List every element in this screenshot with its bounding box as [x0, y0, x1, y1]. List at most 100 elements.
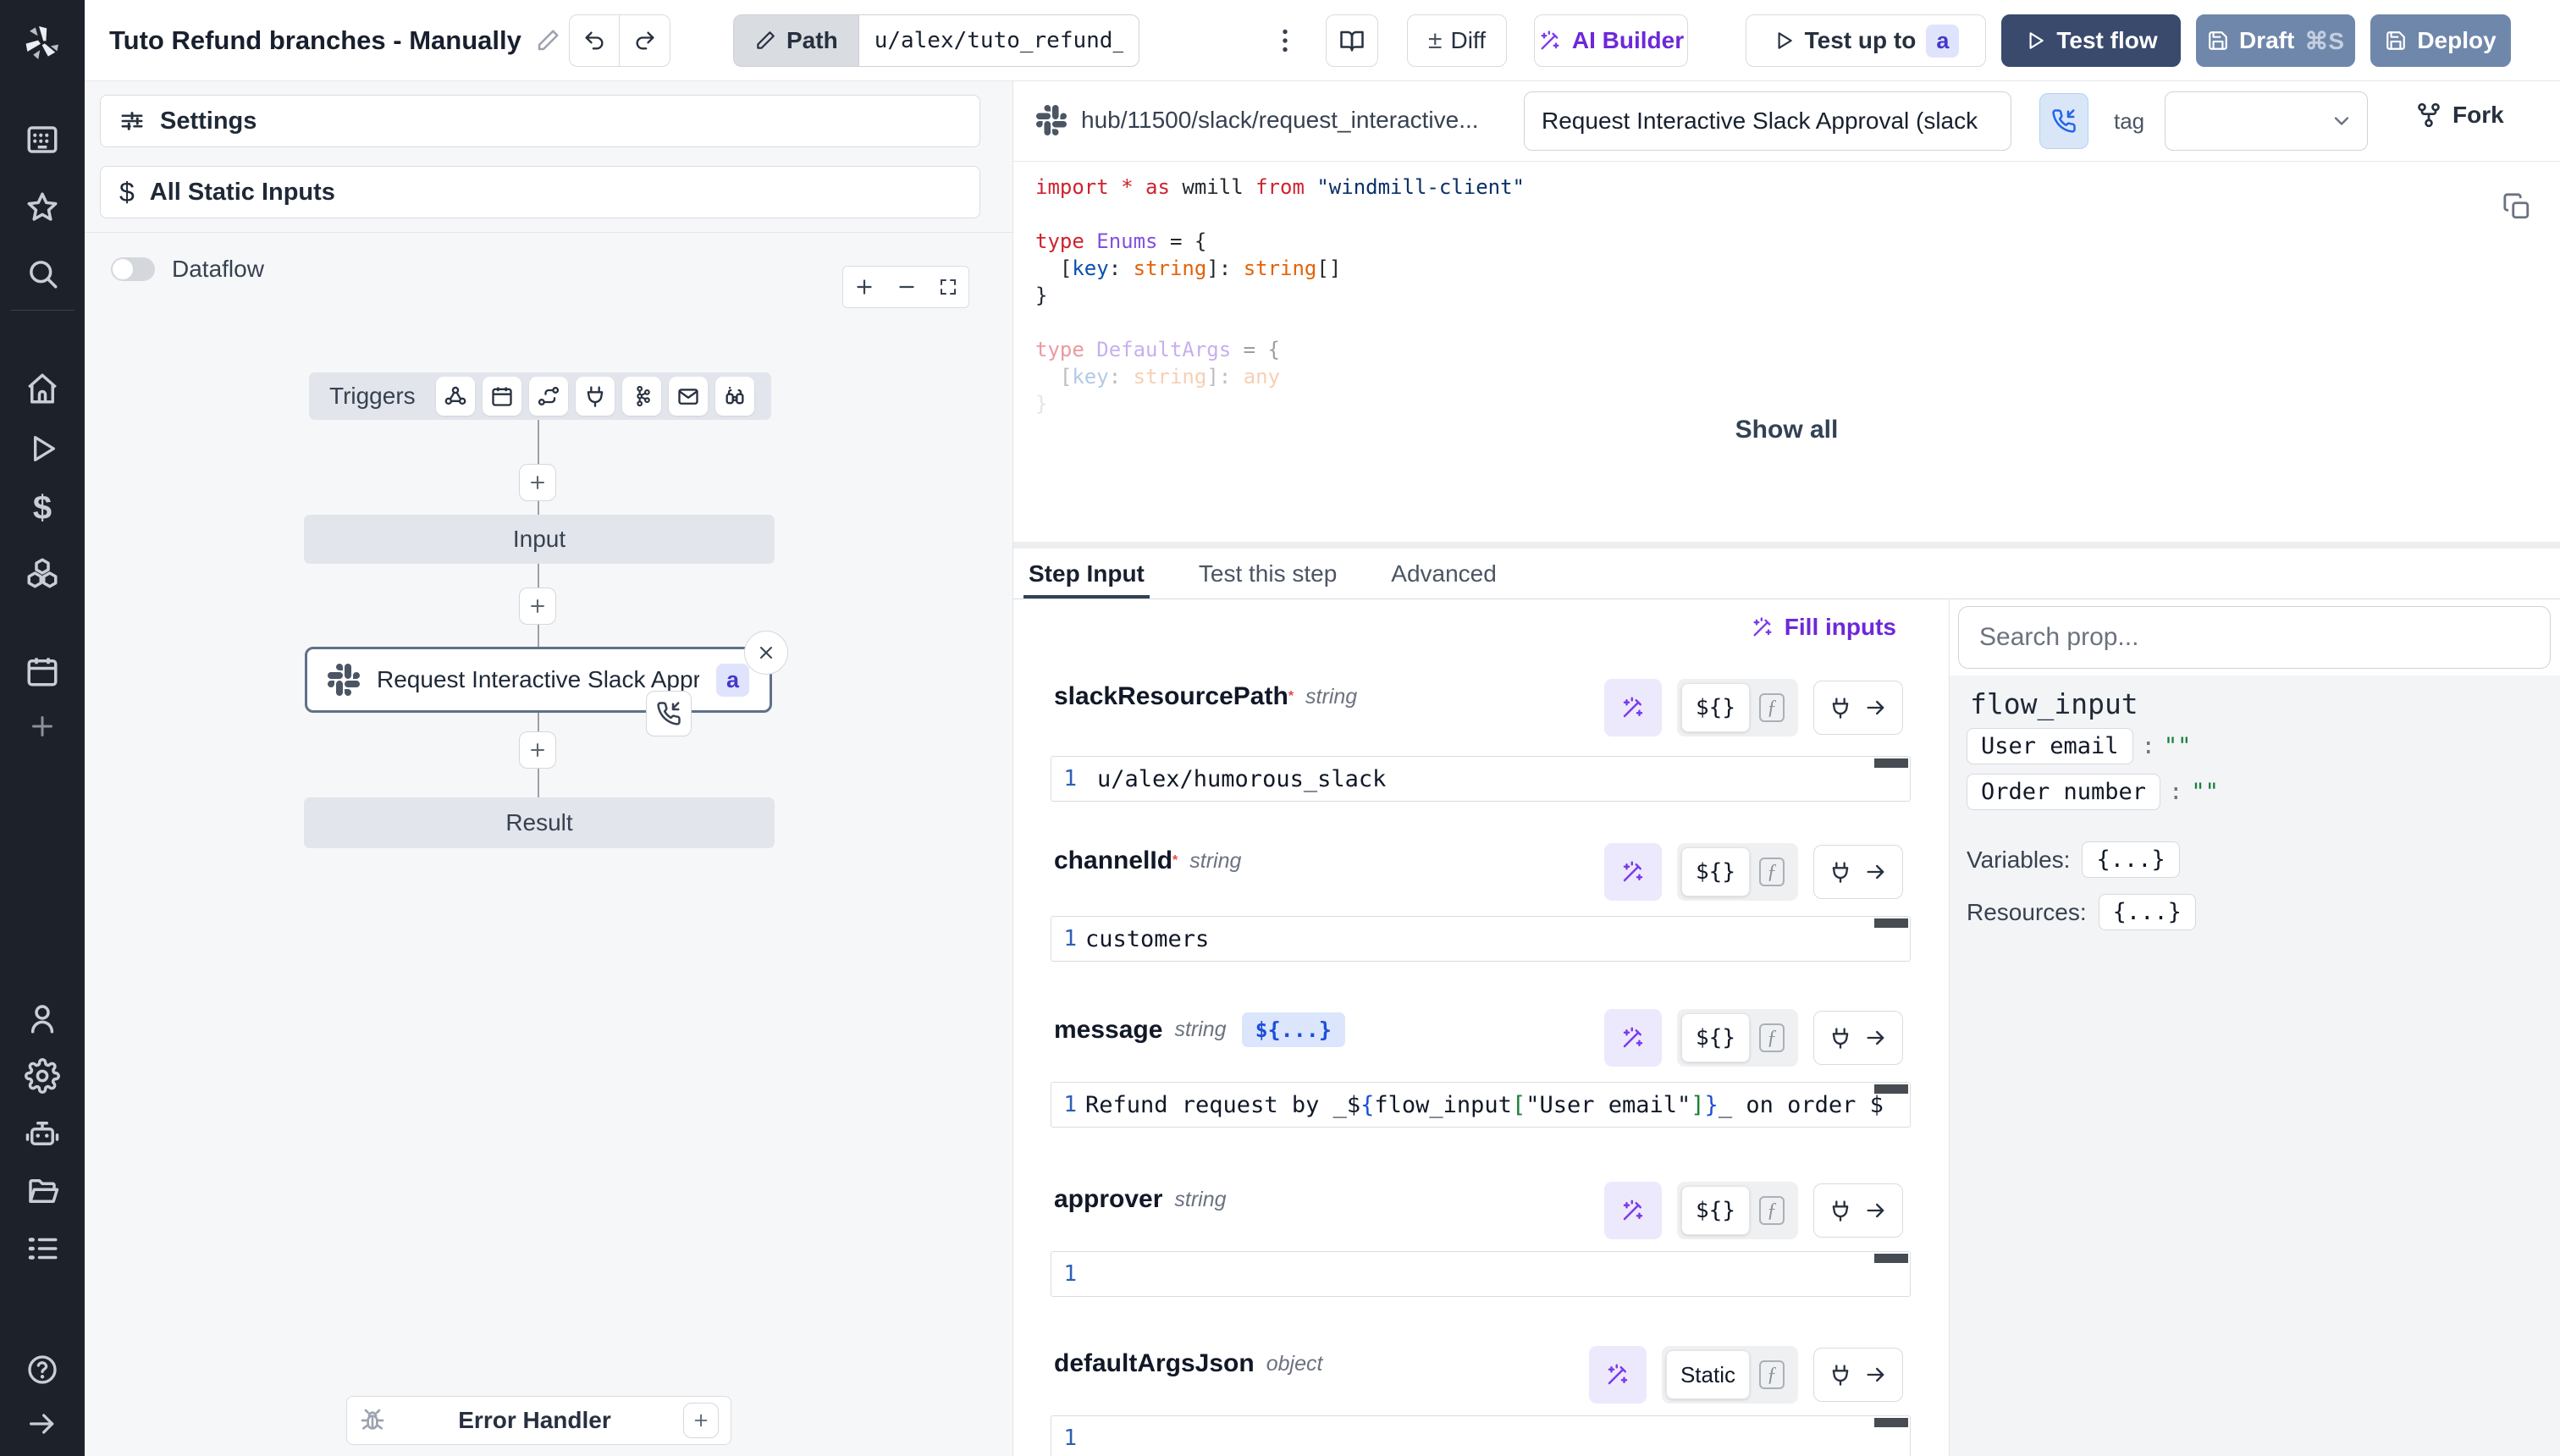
- copy-code-icon[interactable]: [2502, 192, 2531, 221]
- poll-icon[interactable]: [715, 377, 754, 416]
- template-mode-button[interactable]: ${}: [1681, 847, 1750, 896]
- apps-icon[interactable]: [25, 122, 60, 157]
- path-button[interactable]: Path: [733, 14, 858, 67]
- test-flow-button[interactable]: Test flow: [2001, 14, 2181, 67]
- search-icon[interactable]: [25, 256, 60, 291]
- star-icon[interactable]: [25, 190, 60, 225]
- windmill-logo-icon[interactable]: [22, 22, 63, 63]
- connect-input-button[interactable]: [1813, 845, 1903, 899]
- workers-robot-icon[interactable]: [25, 1116, 60, 1151]
- slack-approval-step-node[interactable]: Request Interactive Slack Approval (... …: [305, 647, 772, 713]
- tab-test-this-step[interactable]: Test this step: [1194, 549, 1342, 598]
- runs-play-icon[interactable]: [25, 432, 59, 466]
- error-handler-node[interactable]: Error Handler: [346, 1396, 731, 1445]
- template-badge: ${...}: [1242, 1012, 1345, 1047]
- ai-fill-wand-button[interactable]: [1604, 1009, 1662, 1067]
- result-node[interactable]: Result: [304, 797, 775, 848]
- docs-book-button[interactable]: [1326, 14, 1378, 67]
- template-mode-button[interactable]: ${}: [1681, 683, 1750, 732]
- function-mode-button[interactable]: ƒ: [1750, 1360, 1794, 1389]
- tag-select[interactable]: [2165, 91, 2368, 151]
- email-icon[interactable]: [669, 377, 708, 416]
- show-all-button[interactable]: Show all: [1013, 416, 2560, 444]
- add-plus-icon[interactable]: [27, 711, 58, 742]
- fork-button[interactable]: Fork: [2415, 102, 2504, 129]
- remove-step-button[interactable]: [744, 631, 788, 675]
- zoom-out-icon[interactable]: [896, 276, 918, 298]
- add-step-button[interactable]: [519, 731, 556, 769]
- connect-input-button[interactable]: [1813, 1011, 1903, 1065]
- suspend-phone-badge[interactable]: [646, 691, 692, 736]
- schedules-calendar-icon[interactable]: [25, 654, 60, 689]
- ai-fill-wand-button[interactable]: [1604, 679, 1662, 736]
- variables-dollar-icon[interactable]: $: [33, 489, 52, 527]
- prop-row[interactable]: User email : "": [1967, 728, 2191, 764]
- prop-row[interactable]: Order number : "": [1967, 774, 2219, 810]
- tab-advanced[interactable]: Advanced: [1386, 549, 1502, 598]
- websocket-plug-icon[interactable]: [576, 377, 615, 416]
- connect-input-button[interactable]: [1813, 1348, 1903, 1402]
- template-mode-button[interactable]: ${}: [1681, 1013, 1750, 1062]
- step-name-input[interactable]: [1524, 91, 2011, 151]
- defaultArgsJson-editor[interactable]: 1: [1051, 1415, 1911, 1456]
- search-prop-input[interactable]: [1958, 606, 2551, 669]
- add-step-button[interactable]: [519, 464, 556, 501]
- add-error-handler-button[interactable]: [683, 1403, 719, 1438]
- plug-icon: [1829, 1199, 1852, 1222]
- flow-settings-button[interactable]: Settings: [100, 95, 980, 147]
- folders-icon[interactable]: [25, 1173, 60, 1209]
- hub-script-link[interactable]: hub/11500/slack/request_interactive...: [1081, 107, 1479, 134]
- connect-input-button[interactable]: [1813, 681, 1903, 735]
- ai-fill-wand-button[interactable]: [1604, 843, 1662, 901]
- expand-arrow-icon[interactable]: [25, 1407, 59, 1441]
- function-mode-button[interactable]: ƒ: [1750, 858, 1794, 886]
- slackResourcePath-editor[interactable]: 1 u/alex/humorous_slack: [1051, 756, 1911, 802]
- deploy-button[interactable]: Deploy: [2370, 14, 2511, 67]
- editor-scroll-chip: [1874, 758, 1908, 768]
- fill-inputs-button[interactable]: Fill inputs: [1751, 614, 1896, 641]
- gear-icon[interactable]: [25, 1058, 60, 1094]
- ai-fill-wand-button[interactable]: [1604, 1182, 1662, 1239]
- input-node[interactable]: Input: [304, 515, 775, 564]
- ai-fill-wand-button[interactable]: [1589, 1346, 1647, 1404]
- function-mode-button[interactable]: ƒ: [1750, 1196, 1794, 1225]
- tab-step-input[interactable]: Step Input: [1023, 549, 1150, 598]
- webhook-icon[interactable]: [436, 377, 475, 416]
- home-icon[interactable]: [25, 371, 60, 406]
- edit-title-pencil-icon[interactable]: [535, 28, 560, 53]
- variables-row[interactable]: Variables: {...}: [1967, 841, 2180, 878]
- suspend-approval-toggle-button[interactable]: [2039, 93, 2088, 149]
- connect-input-button[interactable]: [1813, 1183, 1903, 1238]
- test-up-to-button[interactable]: Test up to a: [1746, 14, 1986, 67]
- function-mode-button[interactable]: ƒ: [1750, 693, 1794, 722]
- channelId-editor[interactable]: 1 customers: [1051, 916, 1911, 962]
- undo-button[interactable]: [569, 14, 620, 67]
- help-icon[interactable]: [25, 1353, 59, 1387]
- function-mode-button[interactable]: ƒ: [1750, 1023, 1794, 1052]
- resources-boxes-icon[interactable]: [25, 555, 60, 591]
- undo-redo-group: [569, 14, 670, 67]
- fit-view-icon[interactable]: [938, 277, 958, 297]
- list-icon[interactable]: [25, 1231, 60, 1266]
- draft-button[interactable]: Draft ⌘S: [2196, 14, 2355, 67]
- zoom-in-icon[interactable]: [853, 276, 875, 298]
- diff-button[interactable]: ± Diff: [1407, 14, 1507, 67]
- kafka-icon[interactable]: [622, 377, 661, 416]
- dataflow-toggle[interactable]: [111, 257, 155, 281]
- static-mode-button[interactable]: Static: [1666, 1350, 1750, 1399]
- user-icon[interactable]: [25, 1001, 60, 1036]
- http-route-icon[interactable]: [529, 377, 568, 416]
- message-editor[interactable]: 1 Refund request by _${flow_input["User …: [1051, 1082, 1911, 1128]
- resources-row[interactable]: Resources: {...}: [1967, 894, 2196, 930]
- add-step-button[interactable]: [519, 587, 556, 625]
- redo-button[interactable]: [620, 14, 670, 67]
- flow-input-root[interactable]: flow_input: [1970, 687, 2138, 720]
- approver-editor[interactable]: 1: [1051, 1251, 1911, 1297]
- schedule-icon[interactable]: [483, 377, 521, 416]
- template-mode-button[interactable]: ${}: [1681, 1186, 1750, 1235]
- path-input[interactable]: [858, 14, 1139, 67]
- ai-builder-button[interactable]: AI Builder: [1534, 14, 1688, 67]
- kebab-menu-icon[interactable]: [1270, 25, 1300, 56]
- all-static-inputs-button[interactable]: $ All Static Inputs: [100, 166, 980, 218]
- triggers-node[interactable]: Triggers: [309, 372, 771, 420]
